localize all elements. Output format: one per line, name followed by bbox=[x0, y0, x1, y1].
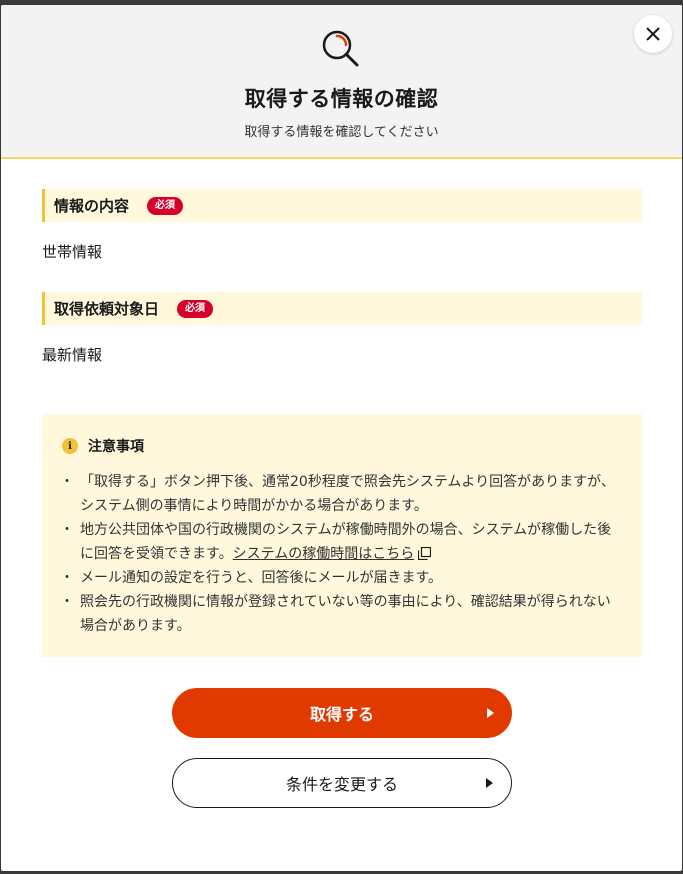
notice-item: 「取得する」ボタン押下後、通常20秒程度で照会先システムより回答がありますが、シ… bbox=[60, 470, 622, 518]
field-value-target-date: 最新情報 bbox=[42, 346, 103, 364]
notice-item-text: メール通知の設定を行うと、回答後にメールが届きます。 bbox=[80, 570, 443, 586]
confirm-dialog: 取得する情報の確認 取得する情報を確認してください 情報の内容 必須 世帯情報 … bbox=[1, 5, 682, 871]
notice-title-text: 注意事項 bbox=[88, 439, 144, 455]
operating-hours-link[interactable]: システムの稼働時間はこちら bbox=[233, 546, 415, 562]
close-icon bbox=[646, 27, 660, 41]
info-icon: i bbox=[62, 438, 78, 454]
notice-box: i 注意事項 「取得する」ボタン押下後、通常20秒程度で照会先システムより回答が… bbox=[42, 414, 642, 657]
field-label-info-content: 情報の内容 必須 bbox=[42, 189, 642, 222]
arrow-right-icon bbox=[486, 778, 493, 788]
field-label-text: 取得依頼対象日 bbox=[54, 300, 160, 318]
field-label-text: 情報の内容 bbox=[54, 197, 130, 215]
notice-item: メール通知の設定を行うと、回答後にメールが届きます。 bbox=[60, 566, 622, 590]
required-badge: 必須 bbox=[177, 299, 214, 318]
notice-item-text: 「取得する」ボタン押下後、通常20秒程度で照会先システムより回答がありますが、シ… bbox=[80, 474, 615, 514]
close-button[interactable] bbox=[634, 15, 672, 53]
change-conditions-button-label: 条件を変更する bbox=[285, 775, 398, 794]
change-conditions-button[interactable]: 条件を変更する bbox=[172, 758, 512, 808]
arrow-right-icon bbox=[487, 708, 494, 718]
field-value-info-content: 世帯情報 bbox=[42, 243, 103, 261]
notice-item-text: 照会先の行政機関に情報が登録されていない等の事由により、確認結果が得られない場合… bbox=[80, 594, 611, 634]
external-link-icon bbox=[418, 547, 432, 560]
dialog-subtitle: 取得する情報を確認してください bbox=[244, 125, 439, 140]
notice-list: 「取得する」ボタン押下後、通常20秒程度で照会先システムより回答がありますが、シ… bbox=[60, 470, 622, 638]
acquire-button[interactable]: 取得する bbox=[172, 688, 512, 738]
dialog-title: 取得する情報の確認 bbox=[244, 87, 439, 111]
required-badge: 必須 bbox=[147, 196, 184, 215]
notice-item: 照会先の行政機関に情報が登録されていない等の事由により、確認結果が得られない場合… bbox=[60, 590, 622, 638]
field-label-target-date: 取得依頼対象日 必須 bbox=[42, 292, 642, 325]
search-icon bbox=[322, 30, 359, 67]
dialog-header: 取得する情報の確認 取得する情報を確認してください bbox=[1, 5, 682, 159]
acquire-button-label: 取得する bbox=[309, 705, 374, 724]
notice-title: i 注意事項 bbox=[62, 436, 622, 456]
notice-item: 地方公共団体や国の行政機関のシステムが稼働時間外の場合、システムが稼働した後に回… bbox=[60, 518, 622, 566]
